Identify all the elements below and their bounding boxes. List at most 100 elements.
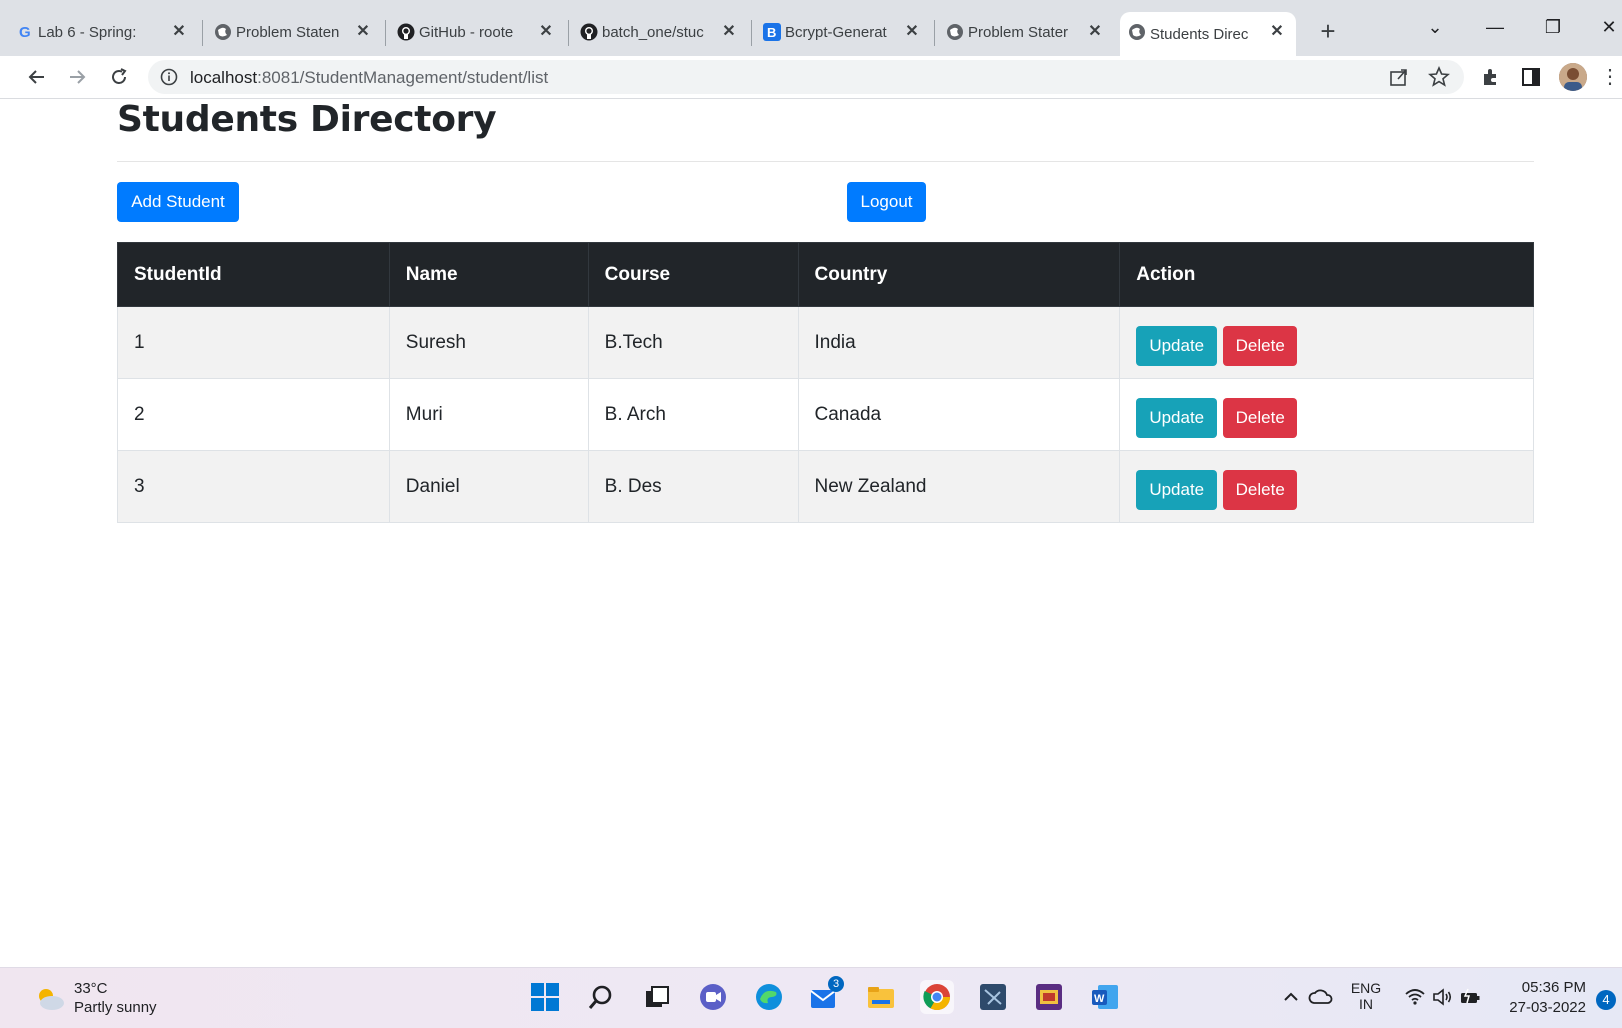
- bookmark-star-icon[interactable]: [1428, 65, 1450, 88]
- windows-taskbar: 33°C Partly sunny 3 W ENG IN 05:36 PM 27…: [0, 967, 1622, 1028]
- browser-tab[interactable]: Problem Staten ✕: [206, 12, 382, 52]
- site-info-icon[interactable]: [160, 68, 178, 86]
- tab-search-chevron-icon[interactable]: ⌄: [1420, 12, 1450, 42]
- student-name-cell: Muri: [388, 378, 589, 451]
- browser-tab[interactable]: G Lab 6 - Spring: ✕: [8, 12, 198, 52]
- browser-tab[interactable]: GitHub - roote ✕: [389, 12, 565, 52]
- battery-charging-icon[interactable]: [1454, 980, 1488, 1014]
- browser-tab-strip: G Lab 6 - Spring: ✕ Problem Staten ✕ Git…: [0, 0, 1622, 56]
- table-header-row: StudentId Name Course Country Action: [117, 242, 1534, 307]
- edge-browser-icon[interactable]: [752, 980, 786, 1014]
- side-panel-icon[interactable]: [1520, 66, 1542, 88]
- tab-title: Bcrypt-Generat: [785, 23, 887, 41]
- tab-title: Lab 6 - Spring:: [38, 23, 137, 41]
- student-name-cell: Daniel: [388, 450, 589, 523]
- page-content: Students Directory Add Student Logout St…: [0, 99, 1622, 967]
- profile-avatar[interactable]: [1559, 63, 1587, 91]
- student-country-cell: India: [797, 306, 1121, 379]
- browser-menu-icon[interactable]: ⋮: [1600, 66, 1622, 88]
- weather-widget[interactable]: 33°C Partly sunny: [34, 978, 184, 1018]
- file-explorer-icon[interactable]: [864, 980, 898, 1014]
- language-indicator[interactable]: ENG IN: [1346, 980, 1386, 1012]
- update-button[interactable]: Update: [1136, 469, 1218, 510]
- student-course-cell: B. Des: [587, 450, 799, 523]
- column-header: Name: [388, 242, 589, 307]
- student-course-cell: B. Arch: [587, 378, 799, 451]
- close-window-icon[interactable]: ✕: [1594, 12, 1622, 42]
- task-view-icon[interactable]: [640, 980, 674, 1014]
- back-arrow-icon[interactable]: [24, 64, 50, 90]
- delete-button[interactable]: Delete: [1223, 469, 1298, 510]
- update-button[interactable]: Update: [1136, 397, 1218, 438]
- divider: [117, 161, 1534, 162]
- delete-button[interactable]: Delete: [1223, 325, 1298, 366]
- github-icon: [397, 23, 415, 41]
- column-header: Action: [1119, 242, 1534, 307]
- globe-icon: [1128, 23, 1146, 41]
- word-icon[interactable]: W: [1088, 980, 1122, 1014]
- google-icon: G: [16, 23, 34, 41]
- update-button[interactable]: Update: [1136, 325, 1218, 366]
- action-cell: Update Delete: [1119, 450, 1534, 523]
- student-country-cell: Canada: [797, 378, 1121, 451]
- column-header: Course: [587, 242, 799, 307]
- tab-title: GitHub - roote: [419, 23, 514, 41]
- search-icon[interactable]: [584, 980, 618, 1014]
- globe-icon: [946, 23, 964, 41]
- students-table: StudentId Name Course Country Action 1 S…: [117, 242, 1534, 523]
- browser-tab[interactable]: Problem Stater ✕: [938, 12, 1114, 52]
- restore-icon[interactable]: ❐: [1538, 12, 1568, 42]
- student-id-cell: 1: [117, 306, 390, 379]
- notification-badge[interactable]: 4: [1596, 990, 1616, 1010]
- sql-developer-icon[interactable]: [976, 980, 1010, 1014]
- student-course-cell: B.Tech: [587, 306, 799, 379]
- svg-text:G: G: [19, 24, 31, 41]
- browser-toolbar: localhost:8081/StudentManagement/student…: [0, 56, 1622, 99]
- browser-tab-active[interactable]: Students Direc ✕: [1120, 12, 1296, 56]
- student-id-cell: 2: [117, 378, 390, 451]
- tab-title: Problem Staten: [236, 23, 340, 41]
- browser-tab[interactable]: B Bcrypt-Generat ✕: [755, 12, 931, 52]
- add-student-button[interactable]: Add Student: [117, 182, 239, 222]
- clock-time: 05:36 PM: [1521, 979, 1586, 996]
- column-header: Country: [797, 242, 1121, 307]
- share-icon[interactable]: [1388, 66, 1410, 88]
- url-text: localhost:8081/StudentManagement/student…: [190, 68, 549, 87]
- address-bar[interactable]: localhost:8081/StudentManagement/student…: [148, 60, 1464, 94]
- table-row: 1 Suresh B.Tech India Update Delete: [117, 306, 1534, 379]
- browser-tab[interactable]: batch_one/stuc ✕: [572, 12, 748, 52]
- close-tab-icon[interactable]: ✕: [1086, 23, 1104, 41]
- mail-badge: 3: [828, 976, 844, 992]
- close-tab-icon[interactable]: ✕: [720, 23, 738, 41]
- reload-icon[interactable]: [106, 64, 132, 90]
- onedrive-cloud-icon[interactable]: [1304, 980, 1338, 1014]
- teams-chat-icon[interactable]: [696, 980, 730, 1014]
- new-tab-icon[interactable]: +: [1313, 16, 1343, 46]
- chevron-up-icon[interactable]: [1274, 980, 1308, 1014]
- close-tab-icon[interactable]: ✕: [903, 23, 921, 41]
- windows-start-icon[interactable]: [528, 980, 562, 1014]
- delete-button[interactable]: Delete: [1223, 397, 1298, 438]
- tab-title: batch_one/stuc: [602, 23, 704, 41]
- close-tab-icon[interactable]: ✕: [170, 23, 188, 41]
- github-icon: [580, 23, 598, 41]
- partly-sunny-icon: [34, 986, 66, 1017]
- bootstrap-icon: B: [763, 23, 781, 41]
- mail-icon[interactable]: 3: [808, 976, 844, 1014]
- svg-text:B: B: [767, 25, 776, 40]
- svg-text:W: W: [1094, 993, 1105, 1005]
- logout-button[interactable]: Logout: [847, 182, 926, 222]
- close-tab-icon[interactable]: ✕: [537, 23, 555, 41]
- minimize-icon[interactable]: —: [1480, 12, 1510, 42]
- table-row: 3 Daniel B. Des New Zealand Update Delet…: [117, 450, 1534, 523]
- close-tab-icon[interactable]: ✕: [1268, 23, 1286, 41]
- action-cell: Update Delete: [1119, 306, 1534, 379]
- column-header: StudentId: [117, 242, 390, 307]
- globe-icon: [214, 23, 232, 41]
- java-ide-icon[interactable]: [1032, 980, 1066, 1014]
- extensions-puzzle-icon[interactable]: [1480, 66, 1502, 88]
- chrome-icon[interactable]: [920, 980, 954, 1014]
- close-tab-icon[interactable]: ✕: [354, 23, 372, 41]
- system-clock[interactable]: 05:36 PM 27-03-2022: [1496, 978, 1586, 1018]
- forward-arrow-icon[interactable]: [64, 64, 90, 90]
